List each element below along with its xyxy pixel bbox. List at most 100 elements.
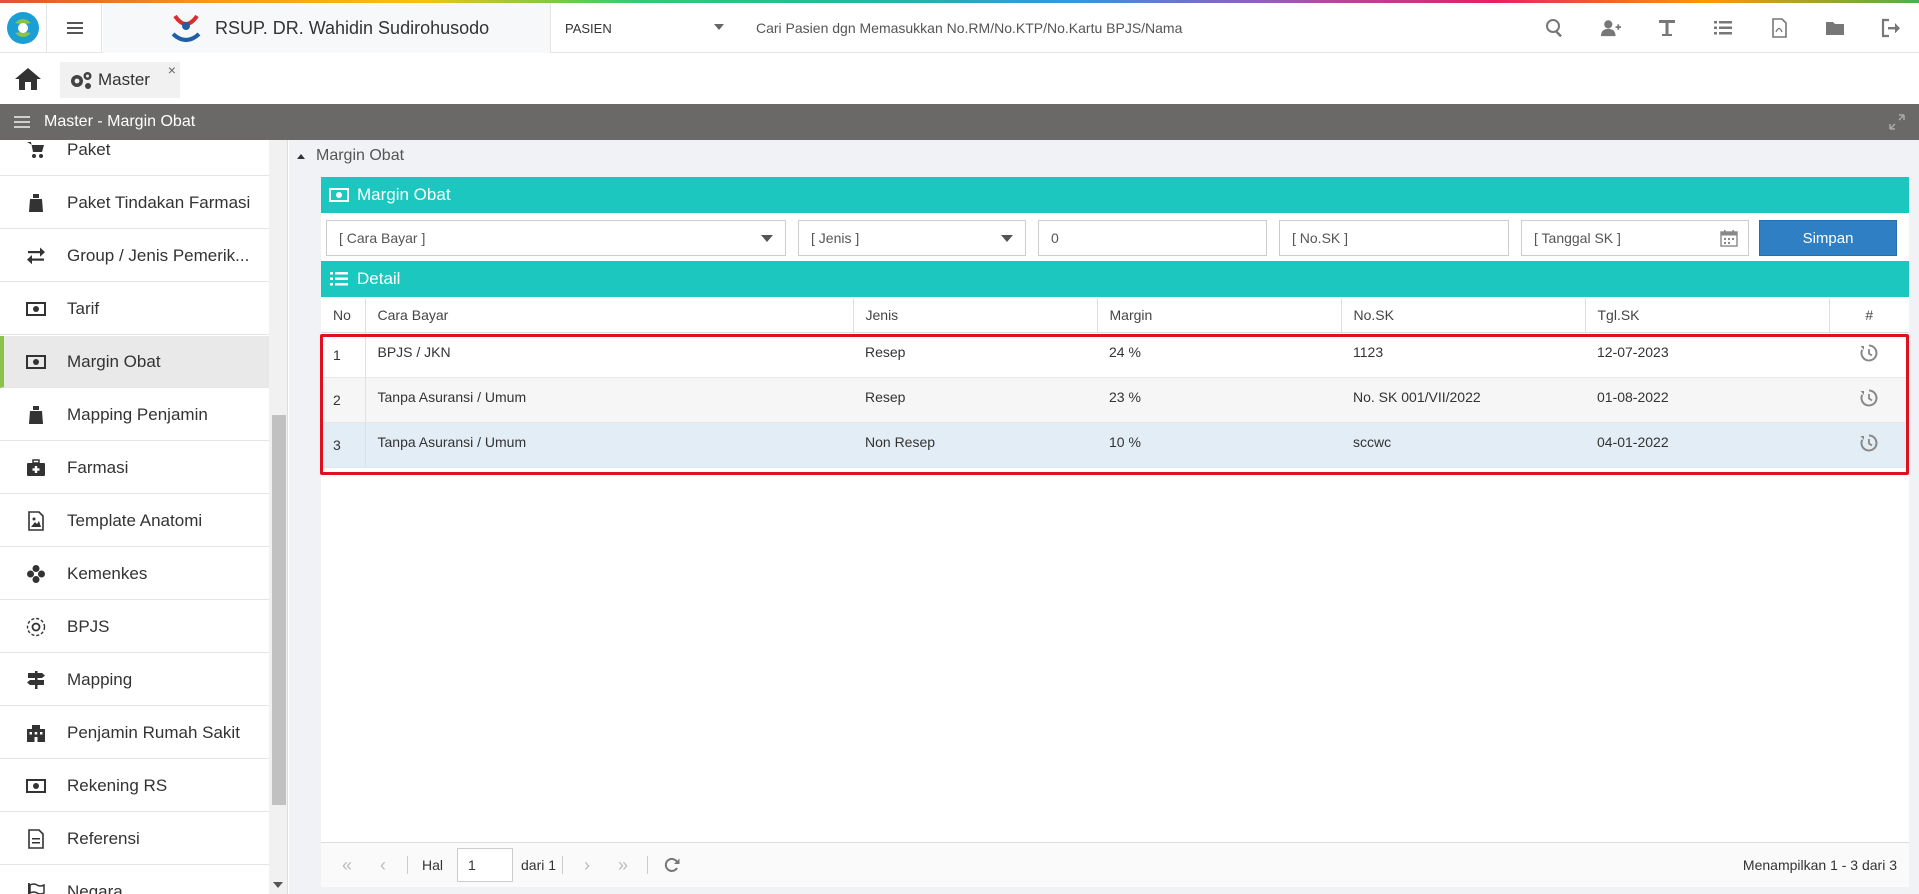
calendar-icon[interactable] bbox=[1720, 229, 1738, 247]
home-tab[interactable] bbox=[14, 66, 54, 96]
hospital-name: RSUP. DR. Wahidin Sudirohusodo bbox=[215, 17, 490, 38]
table-row[interactable]: 1 BPJS / JKN Resep 24 % 1123 12-07-2023 bbox=[321, 332, 1909, 378]
panel-header: Master - Margin Obat bbox=[0, 104, 1919, 140]
cell-no-sk: 1123 bbox=[1341, 332, 1585, 378]
column-header-jenis[interactable]: Jenis bbox=[853, 298, 1098, 333]
column-header-no[interactable]: No bbox=[321, 298, 366, 333]
no-sk-input[interactable]: [ No.SK ] bbox=[1279, 220, 1509, 256]
cara-bayar-select[interactable]: [ Cara Bayar ] bbox=[326, 220, 786, 256]
margin-input[interactable]: 0 bbox=[1038, 220, 1267, 256]
top-action-icons bbox=[1527, 3, 1919, 53]
gears-icon bbox=[71, 72, 92, 89]
expand-icon[interactable] bbox=[1889, 114, 1905, 130]
sidebar-item-mapping-penjamin[interactable]: Mapping Penjamin bbox=[0, 389, 287, 441]
list-button[interactable] bbox=[1695, 3, 1751, 53]
page-total-label: dari 1 bbox=[521, 857, 557, 873]
history-icon[interactable] bbox=[1860, 434, 1878, 452]
add-user-button[interactable] bbox=[1583, 3, 1639, 53]
jenis-select[interactable]: [ Jenis ] bbox=[798, 220, 1026, 256]
menu-toggle-button[interactable] bbox=[48, 3, 102, 53]
gear-circle-icon bbox=[25, 616, 47, 638]
logout-button[interactable] bbox=[1863, 3, 1919, 53]
breadcrumb[interactable]: Margin Obat bbox=[297, 144, 404, 168]
prev-page-icon[interactable]: ‹ bbox=[365, 850, 401, 880]
search-category-select[interactable]: PASIEN bbox=[552, 3, 738, 53]
last-page-icon[interactable]: » bbox=[605, 850, 641, 880]
hospital-logo-icon bbox=[171, 14, 201, 42]
pager-divider bbox=[647, 856, 649, 874]
money-icon bbox=[25, 775, 47, 797]
cell-cara-bayar: Tanpa Asuransi / Umum bbox=[365, 422, 853, 468]
sidebar-item-label: BPJS bbox=[67, 616, 110, 636]
building-icon bbox=[25, 722, 47, 744]
sidebar-item-label: Group / Jenis Pemerik... bbox=[67, 245, 250, 265]
search-button[interactable] bbox=[1527, 3, 1583, 53]
history-icon[interactable] bbox=[1860, 344, 1878, 362]
tanggal-sk-placeholder: [ Tanggal SK ] bbox=[1534, 230, 1621, 246]
scroll-down-icon[interactable] bbox=[273, 882, 283, 888]
top-navbar: RSUP. DR. Wahidin Sudirohusodo PASIEN Ca… bbox=[0, 3, 1919, 53]
column-header-cara-bayar[interactable]: Cara Bayar bbox=[365, 298, 854, 333]
sidebar-item-label: Margin Obat bbox=[67, 351, 161, 371]
sidebar-item-margin-obat[interactable]: Margin Obat bbox=[0, 336, 287, 388]
patient-search-input[interactable]: Cari Pasien dgn Memasukkan No.RM/No.KTP/… bbox=[756, 3, 1182, 53]
detail-header: Detail bbox=[321, 261, 1909, 297]
column-header-tgl-sk[interactable]: Tgl.SK bbox=[1585, 298, 1830, 333]
page-number-input[interactable]: 1 bbox=[457, 848, 514, 882]
sidebar-item-template-anatomi[interactable]: Template Anatomi bbox=[0, 495, 287, 547]
cell-cara-bayar: BPJS / JKN bbox=[365, 332, 853, 378]
app-logo[interactable] bbox=[0, 3, 47, 53]
sidebar-item-label: Referensi bbox=[67, 828, 140, 848]
exchange-icon bbox=[25, 245, 47, 267]
sidebar-item-paket[interactable]: Paket bbox=[0, 140, 287, 176]
logout-icon bbox=[1881, 18, 1900, 38]
sidebar-item-label: Paket bbox=[67, 140, 111, 159]
sidebar-item-label: Template Anatomi bbox=[67, 510, 203, 530]
pinwheel-icon bbox=[25, 563, 47, 585]
cell-no: 1 bbox=[321, 332, 366, 378]
sidebar-item-mapping[interactable]: Mapping bbox=[0, 654, 287, 706]
table-row[interactable]: 3 Tanpa Asuransi / Umum Non Resep 10 % s… bbox=[321, 422, 1909, 468]
save-button[interactable]: Simpan bbox=[1759, 220, 1897, 256]
first-page-icon[interactable]: « bbox=[329, 850, 365, 880]
sidebar-item-farmasi[interactable]: Farmasi bbox=[0, 442, 287, 494]
next-page-icon[interactable]: › bbox=[569, 850, 605, 880]
pdf-button[interactable] bbox=[1751, 3, 1807, 53]
cell-margin: 10 % bbox=[1097, 422, 1341, 468]
tanggal-sk-input[interactable]: [ Tanggal SK ] bbox=[1521, 220, 1749, 256]
text-button[interactable] bbox=[1639, 3, 1695, 53]
tab-master[interactable]: Master × bbox=[60, 62, 180, 98]
refresh-button[interactable] bbox=[654, 850, 690, 880]
margin-table: No Cara Bayar Jenis Margin No.SK Tgl.SK … bbox=[321, 298, 1909, 468]
sidebar-item-tarif[interactable]: Tarif bbox=[0, 283, 287, 335]
pdf-icon bbox=[1772, 18, 1787, 38]
table-header-row: No Cara Bayar Jenis Margin No.SK Tgl.SK … bbox=[321, 298, 1909, 333]
sidebar-item-paket-tindakan-farmasi[interactable]: Paket Tindakan Farmasi bbox=[0, 177, 287, 229]
history-icon[interactable] bbox=[1860, 389, 1878, 407]
sidebar-scrollbar[interactable] bbox=[269, 140, 287, 894]
search-icon bbox=[1546, 19, 1562, 38]
sidebar-item-bpjs[interactable]: BPJS bbox=[0, 601, 287, 653]
home-icon bbox=[15, 68, 41, 90]
cell-action bbox=[1829, 377, 1909, 423]
panel-title: Master - Margin Obat bbox=[44, 113, 196, 130]
pager-divider bbox=[562, 856, 564, 874]
table-row[interactable]: 2 Tanpa Asuransi / Umum Resep 23 % No. S… bbox=[321, 377, 1909, 423]
jenis-placeholder: [ Jenis ] bbox=[811, 230, 860, 246]
panel-menu-icon[interactable] bbox=[14, 121, 30, 123]
no-sk-placeholder: [ No.SK ] bbox=[1292, 230, 1349, 246]
column-header-margin[interactable]: Margin bbox=[1097, 298, 1342, 333]
sidebar-item-rekening-rs[interactable]: Rekening RS bbox=[0, 760, 287, 812]
sidebar-item-negara[interactable]: Negara bbox=[0, 866, 287, 894]
sidebar-item-group-jenis[interactable]: Group / Jenis Pemerik... bbox=[0, 230, 287, 282]
sidebar-item-penjamin-rumah-sakit[interactable]: Penjamin Rumah Sakit bbox=[0, 707, 287, 759]
sidebar-item-referensi[interactable]: Referensi bbox=[0, 813, 287, 865]
close-tab-icon[interactable]: × bbox=[168, 62, 176, 78]
sidebar-item-kemenkes[interactable]: Kemenkes bbox=[0, 548, 287, 600]
folder-button[interactable] bbox=[1807, 3, 1863, 53]
column-header-no-sk[interactable]: No.SK bbox=[1341, 298, 1586, 333]
main-content: Margin Obat Margin Obat [ Cara Bayar ] [… bbox=[289, 140, 1919, 894]
tab-strip: Master × bbox=[0, 54, 1919, 104]
scrollbar-thumb[interactable] bbox=[272, 415, 286, 805]
cell-no: 2 bbox=[321, 377, 366, 423]
